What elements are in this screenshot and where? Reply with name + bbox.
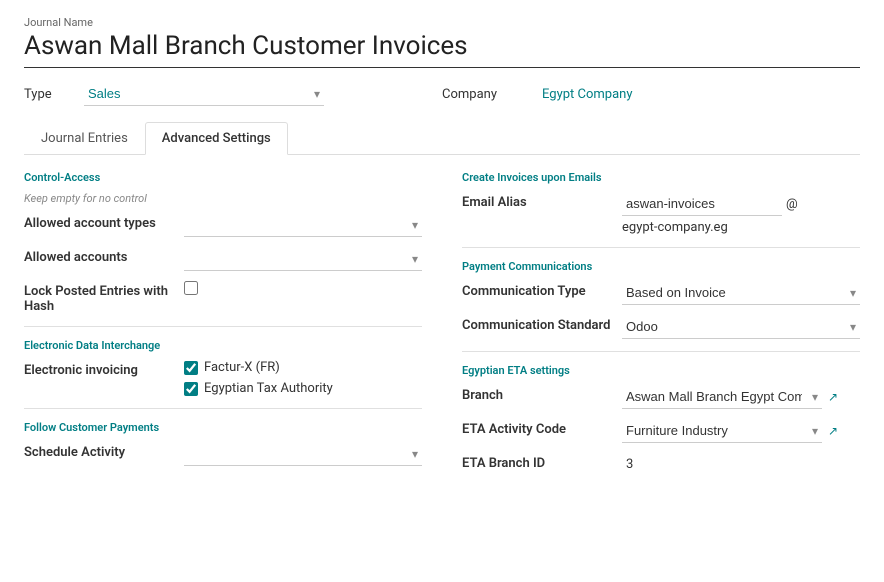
- edi-title: Electronic Data Interchange: [24, 339, 422, 352]
- follow-customer-title: Follow Customer Payments: [24, 421, 422, 434]
- electronic-invoicing-row: Electronic invoicing Factur-X (FR) Egypt…: [24, 360, 422, 396]
- journal-name-label: Journal Name: [24, 16, 860, 29]
- branch-select-inner: Aswan Mall Branch Egypt Company ▾: [622, 385, 822, 409]
- schedule-activity-wrapper: ▾: [184, 442, 422, 466]
- eta-item: Egyptian Tax Authority: [184, 381, 333, 396]
- email-input-wrapper: @: [622, 192, 798, 216]
- separator-1: [24, 326, 422, 327]
- facturx-label: Factur-X (FR): [204, 360, 280, 375]
- branch-select[interactable]: Aswan Mall Branch Egypt Company: [622, 385, 822, 409]
- allowed-accounts-label: Allowed accounts: [24, 247, 184, 265]
- facturx-checkbox[interactable]: [184, 361, 198, 375]
- facturx-item: Factur-X (FR): [184, 360, 333, 375]
- eta-activity-code-select[interactable]: Furniture Industry: [622, 419, 822, 443]
- eta-activity-code-inner: Furniture Industry ▾: [622, 419, 822, 443]
- tab-journal-entries[interactable]: Journal Entries: [24, 122, 145, 155]
- lock-posted-checkbox-wrapper: [184, 281, 198, 295]
- email-alias-label: Email Alias: [462, 192, 622, 210]
- type-company-row: Type Sales ▾ Company Egypt Company: [24, 82, 860, 106]
- company-link[interactable]: Egypt Company: [542, 87, 632, 102]
- at-symbol: @: [786, 197, 798, 212]
- create-invoices-title: Create Invoices upon Emails: [462, 171, 860, 184]
- allowed-account-types-row: Allowed account types ▾: [24, 213, 422, 237]
- branch-select-wrapper: Aswan Mall Branch Egypt Company ▾ ↗: [622, 385, 838, 409]
- control-access-title: Control-Access: [24, 171, 422, 184]
- eta-activity-code-wrapper: Furniture Industry ▾ ↗: [622, 419, 838, 443]
- eta-checkbox[interactable]: [184, 382, 198, 396]
- communication-standard-select[interactable]: Odoo: [622, 315, 860, 339]
- payment-communications-title: Payment Communications: [462, 260, 860, 273]
- separator-2: [24, 408, 422, 409]
- tab-advanced-settings[interactable]: Advanced Settings: [145, 122, 288, 155]
- eta-branch-id-value: 3: [622, 453, 637, 476]
- branch-external-link-icon[interactable]: ↗: [828, 390, 838, 404]
- schedule-activity-label: Schedule Activity: [24, 442, 184, 460]
- lock-posted-checkbox[interactable]: [184, 281, 198, 295]
- allowed-account-types-wrapper: ▾: [184, 213, 422, 237]
- eta-activity-code-row: ETA Activity Code Furniture Industry ▾ ↗: [462, 419, 860, 443]
- type-label: Type: [24, 87, 84, 102]
- email-alias-input[interactable]: [622, 192, 782, 216]
- separator-4: [462, 351, 860, 352]
- communication-type-label: Communication Type: [462, 281, 622, 299]
- branch-label: Branch: [462, 385, 622, 403]
- communication-standard-row: Communication Standard Odoo ▾: [462, 315, 860, 339]
- communication-standard-label: Communication Standard: [462, 315, 622, 333]
- allowed-account-types-label: Allowed account types: [24, 213, 184, 231]
- eta-branch-id-row: ETA Branch ID 3: [462, 453, 860, 476]
- eta-activity-code-external-link-icon[interactable]: ↗: [828, 424, 838, 438]
- allowed-accounts-select[interactable]: [184, 247, 422, 271]
- page-container: Journal Name Aswan Mall Branch Customer …: [0, 0, 884, 518]
- schedule-activity-row: Schedule Activity ▾: [24, 442, 422, 466]
- communication-standard-wrapper: Odoo ▾: [622, 315, 860, 339]
- email-alias-values: @ egypt-company.eg: [622, 192, 798, 235]
- right-column: Create Invoices upon Emails Email Alias …: [442, 171, 860, 486]
- allowed-account-types-select[interactable]: [184, 213, 422, 237]
- lock-posted-label: Lock Posted Entries with Hash: [24, 281, 184, 314]
- email-domain: egypt-company.eg: [622, 220, 798, 235]
- type-part: Type Sales ▾: [24, 82, 442, 106]
- electronic-invoicing-label: Electronic invoicing: [24, 360, 184, 378]
- communication-type-wrapper: Based on Invoice ▾: [622, 281, 860, 305]
- type-select[interactable]: Sales: [84, 82, 324, 106]
- control-access-subtitle: Keep empty for no control: [24, 192, 422, 205]
- separator-3: [462, 247, 860, 248]
- eta-settings-title: Egyptian ETA settings: [462, 364, 860, 377]
- eta-branch-id-label: ETA Branch ID: [462, 453, 622, 471]
- eta-label: Egyptian Tax Authority: [204, 381, 333, 396]
- tabs-row: Journal Entries Advanced Settings: [24, 122, 860, 155]
- allowed-accounts-row: Allowed accounts ▾: [24, 247, 422, 271]
- type-select-wrapper: Sales ▾: [84, 82, 324, 106]
- journal-title: Aswan Mall Branch Customer Invoices: [24, 31, 860, 68]
- communication-type-row: Communication Type Based on Invoice ▾: [462, 281, 860, 305]
- lock-posted-row: Lock Posted Entries with Hash: [24, 281, 422, 314]
- branch-row: Branch Aswan Mall Branch Egypt Company ▾…: [462, 385, 860, 409]
- company-label: Company: [442, 87, 542, 102]
- communication-type-select[interactable]: Based on Invoice: [622, 281, 860, 305]
- schedule-activity-select[interactable]: [184, 442, 422, 466]
- eta-activity-code-label: ETA Activity Code: [462, 419, 622, 437]
- electronic-invoicing-options: Factur-X (FR) Egyptian Tax Authority: [184, 360, 333, 396]
- email-alias-row: Email Alias @ egypt-company.eg: [462, 192, 860, 235]
- company-part: Company Egypt Company: [442, 87, 860, 102]
- content-area: Control-Access Keep empty for no control…: [24, 155, 860, 502]
- allowed-accounts-wrapper: ▾: [184, 247, 422, 271]
- left-column: Control-Access Keep empty for no control…: [24, 171, 442, 486]
